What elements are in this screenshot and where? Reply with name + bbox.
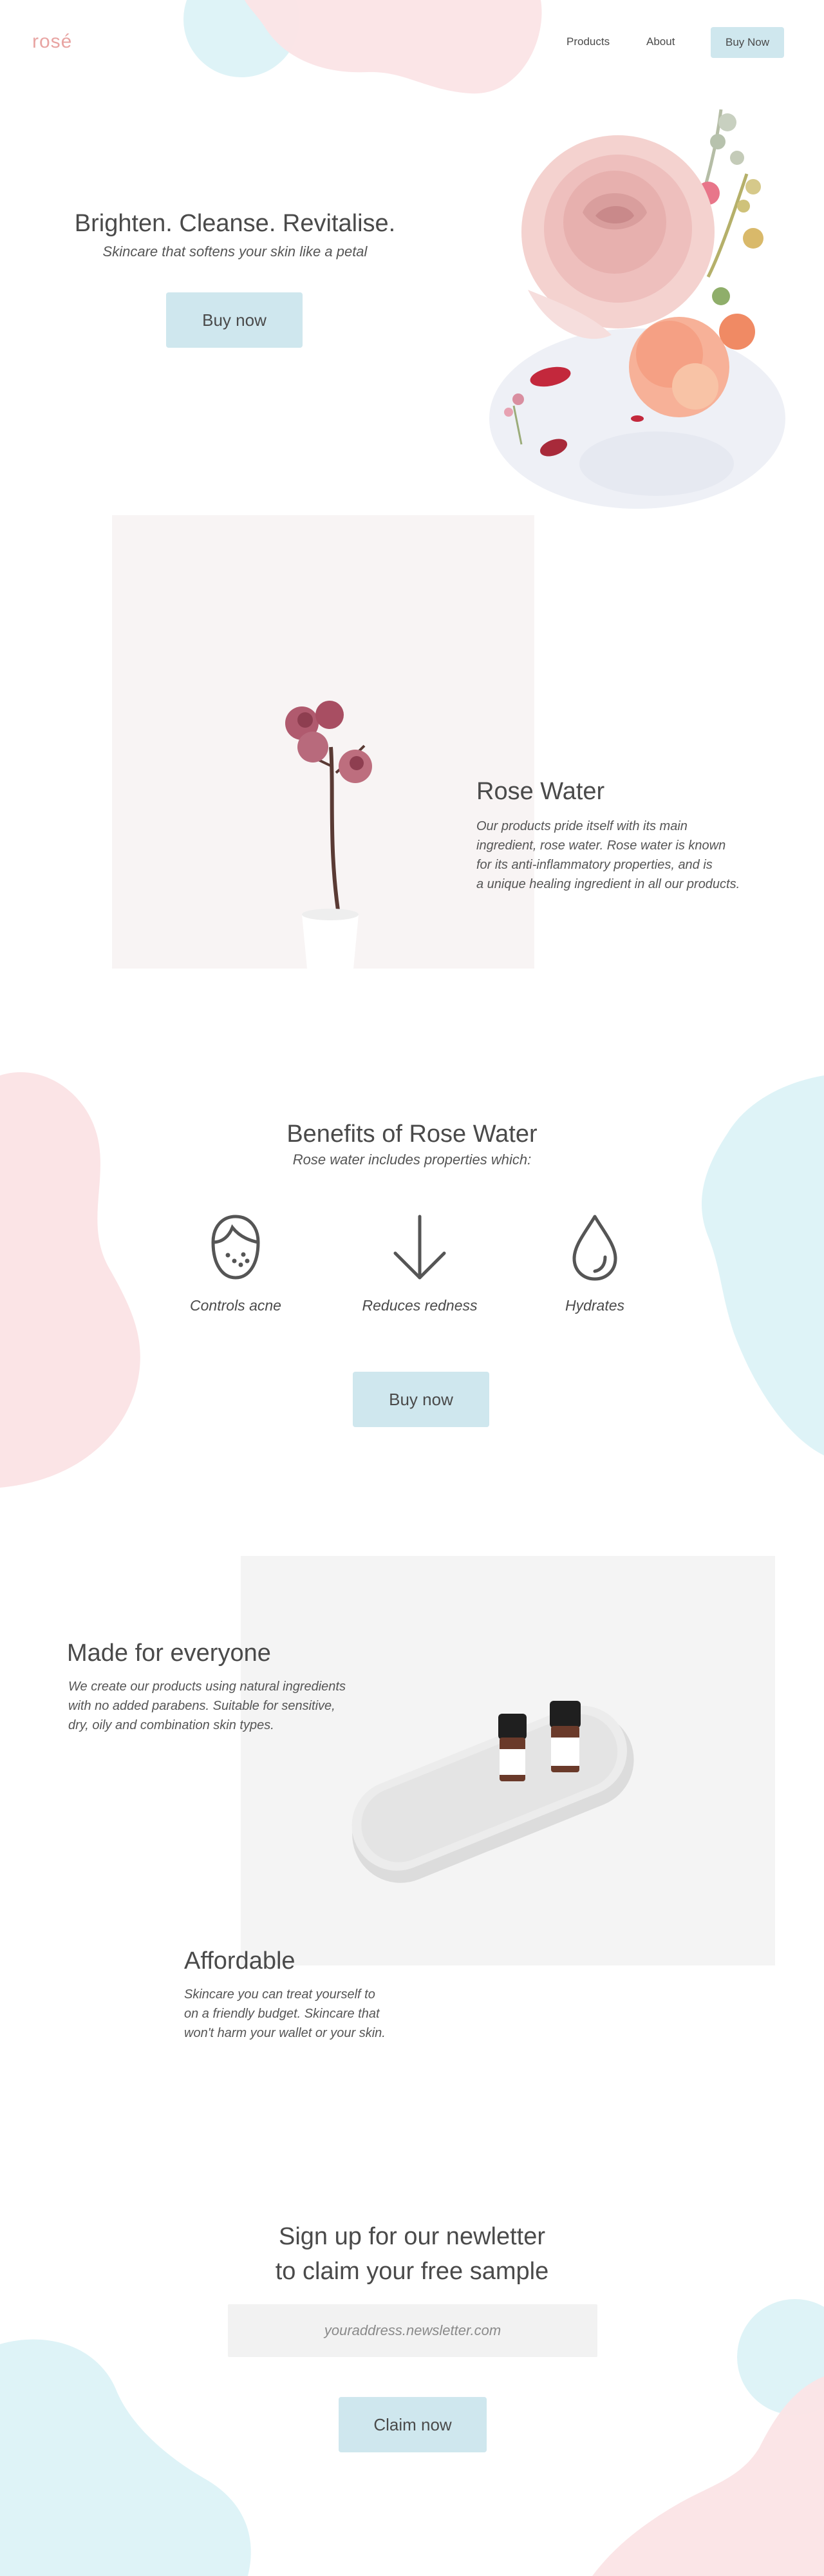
benefits-buy-now-button[interactable]: Buy now <box>353 1372 489 1427</box>
rose-bouquet-image <box>489 109 785 509</box>
affordable-text: Skincare you can treat yourself to on a … <box>184 1987 386 2040</box>
bottom-left-blue-blob <box>0 2339 251 2576</box>
affordable-title: Affordable <box>184 1947 295 1975</box>
benefits-subtitle: Rose water includes properties which: <box>292 1151 532 1168</box>
claim-now-button[interactable]: Claim now <box>339 2397 487 2452</box>
arrow-down-icon <box>393 1215 446 1280</box>
rose-water-text: Our products pride itself with its main … <box>476 819 740 891</box>
benefit-label-acne: Controls acne <box>190 1297 281 1314</box>
newsletter-title: Sign up for our newletter to claim your … <box>275 2223 549 2285</box>
rose-water-title: Rose Water <box>476 778 605 805</box>
droplet-icon <box>572 1215 617 1281</box>
made-for-everyone-text: We create our products using natural ing… <box>68 1680 346 1732</box>
products-tray-image <box>241 1556 775 1965</box>
bottom-right-pink-blob <box>592 2376 824 2576</box>
face-icon <box>211 1215 260 1280</box>
nav-buy-now-button[interactable]: Buy Now <box>711 27 784 58</box>
dried-rose-image <box>112 515 534 969</box>
hero-buy-now-button[interactable]: Buy now <box>166 292 303 348</box>
hero-title: Brighten. Cleanse. Revitalise. <box>74 210 396 237</box>
hero-subtitle: Skincare that softens your skin like a p… <box>102 243 368 260</box>
benefit-label-hydrates: Hydrates <box>565 1297 625 1314</box>
brand-logo[interactable]: rosé <box>32 31 72 53</box>
benefit-label-redness: Reduces redness <box>362 1297 478 1314</box>
nav-link-products[interactable]: Products <box>566 35 610 48</box>
nav-link-about[interactable]: About <box>646 35 675 48</box>
benefits-title: Benefits of Rose Water <box>286 1121 538 1148</box>
made-for-everyone-title: Made for everyone <box>67 1640 271 1667</box>
newsletter-email-input[interactable] <box>228 2304 597 2357</box>
